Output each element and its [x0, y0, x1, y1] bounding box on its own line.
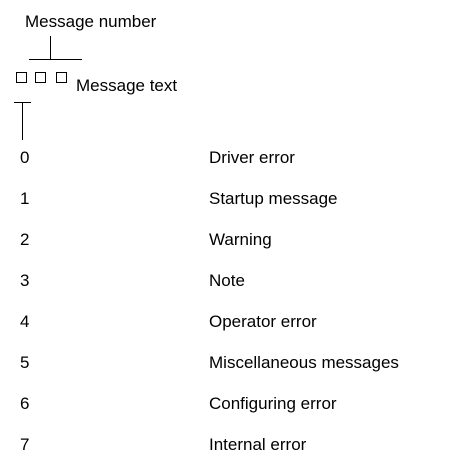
message-type-description: Miscellaneous messages: [209, 353, 399, 372]
message-type-pointer-stem: [22, 102, 23, 140]
message-type-digit: 1: [20, 189, 30, 208]
message-type-row: 3 Note: [0, 271, 449, 291]
message-number-label: Message number: [25, 12, 157, 31]
message-type-description: Internal error: [209, 435, 307, 454]
message-type-digit: 0: [20, 148, 30, 167]
message-type-description: Driver error: [209, 148, 295, 167]
message-type-row: 2 Warning: [0, 230, 449, 250]
message-type-row: 1 Startup message: [0, 189, 449, 209]
message-type-row: 4 Operator error: [0, 312, 449, 332]
message-type-digit: 7: [20, 435, 30, 454]
message-type-row: 7 Internal error: [0, 435, 449, 455]
message-type-digit: 3: [20, 271, 30, 290]
message-digit-box: [16, 72, 27, 83]
message-type-description: Operator error: [209, 312, 317, 331]
message-type-row: 0 Driver error: [0, 148, 449, 168]
message-type-row: 5 Miscellaneous messages: [0, 353, 449, 373]
message-type-description: Note: [209, 271, 245, 290]
message-type-description: Warning: [209, 230, 272, 249]
message-number-bracket-bar: [29, 59, 82, 60]
message-type-description: Configuring error: [209, 394, 337, 413]
message-type-digit: 2: [20, 230, 30, 249]
message-text-label: Message text: [76, 76, 178, 95]
message-digit-box: [56, 72, 67, 83]
message-digit-box: [35, 72, 46, 83]
message-number-bracket-stem: [50, 36, 51, 59]
message-format-diagram: Message number Message text 0 Driver err…: [0, 0, 449, 461]
message-type-description: Startup message: [209, 189, 338, 208]
message-type-digit: 5: [20, 353, 30, 372]
message-type-digit: 4: [20, 312, 30, 331]
message-type-row: 6 Configuring error: [0, 394, 449, 414]
message-type-digit: 6: [20, 394, 30, 413]
